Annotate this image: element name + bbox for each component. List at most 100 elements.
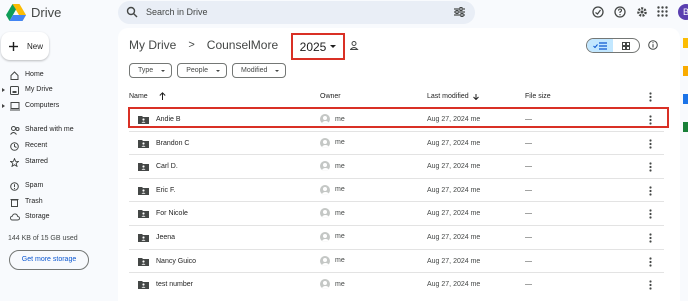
settings-gear-icon[interactable] (636, 6, 648, 18)
avatar (320, 255, 330, 266)
search-bar[interactable]: Search in Drive (118, 1, 475, 24)
apps-grid-icon[interactable] (657, 6, 668, 17)
column-owner[interactable]: Owner (320, 93, 341, 100)
filter-people[interactable]: People (177, 63, 227, 78)
help-icon[interactable] (614, 6, 626, 18)
owner-name: me (335, 257, 345, 265)
search-options-icon[interactable] (454, 7, 465, 17)
chevron-down-icon (275, 69, 280, 72)
tasks-addon-icon[interactable] (683, 94, 688, 104)
expand-caret-icon[interactable] (2, 88, 5, 92)
avatar (320, 137, 330, 148)
shared-folder-icon (138, 233, 149, 242)
sort-arrow-up-icon[interactable] (159, 92, 166, 100)
sidebar-item-label: Recent (25, 142, 48, 149)
file-size: — (525, 186, 532, 194)
file-name[interactable]: Jeena (156, 234, 175, 241)
my-drive-icon (10, 86, 19, 95)
spam-icon (10, 182, 19, 191)
table-row[interactable]: For Nicole me Aug 27, 2024 me — (129, 201, 664, 225)
last-modified: Aug 27, 2024 me (427, 233, 481, 241)
table-row[interactable]: Brandon C me Aug 27, 2024 me — (129, 130, 664, 155)
column-name[interactable]: Name (129, 93, 148, 100)
account-avatar[interactable]: B (678, 4, 688, 20)
chevron-down-icon (330, 45, 337, 48)
more-actions-icon[interactable] (649, 280, 652, 290)
column-last-modified[interactable]: Last modified (427, 93, 469, 100)
sidebar-item-label: Home (25, 71, 44, 78)
chevron-down-icon (215, 69, 220, 72)
breadcrumb-current-folder[interactable]: 2025 (291, 33, 345, 60)
drive-logo-icon (6, 4, 26, 21)
file-name[interactable]: For Nicole (156, 210, 188, 217)
file-name[interactable]: Brandon C (156, 140, 189, 147)
list-view-icon (593, 41, 607, 50)
avatar (320, 231, 330, 242)
column-file-size[interactable]: File size (525, 93, 551, 100)
file-name[interactable]: Carl D. (156, 163, 178, 170)
sidebar: New Home My Drive Computers Shared with … (0, 28, 118, 301)
more-actions-icon[interactable] (649, 138, 652, 149)
table-row[interactable]: Carl D. me Aug 27, 2024 me — (129, 154, 664, 178)
shared-folder-icon (138, 257, 149, 266)
new-button[interactable]: New (1, 32, 49, 60)
drive-logo[interactable]: Drive (6, 4, 61, 21)
file-name[interactable]: test number (156, 281, 193, 288)
owner-name: me (335, 233, 345, 241)
top-bar: Drive Search in Drive B (0, 0, 688, 28)
owner-name: me (335, 209, 345, 217)
last-modified: Aug 27, 2024 me (427, 139, 481, 147)
info-icon[interactable] (648, 40, 658, 50)
owner-cell: me (320, 161, 345, 172)
owner-name: me (335, 139, 345, 147)
file-name[interactable]: Eric F. (156, 187, 175, 194)
owner-cell: me (320, 208, 345, 219)
filter-label: Modified (240, 67, 268, 74)
filter-modified[interactable]: Modified (231, 63, 287, 78)
more-actions-icon[interactable] (649, 186, 652, 196)
last-modified: Aug 27, 2024 me (427, 186, 481, 194)
list-view-button[interactable] (587, 39, 613, 52)
more-vert-icon[interactable] (649, 92, 652, 102)
shared-folder-icon (138, 139, 149, 148)
search-input[interactable]: Search in Drive (146, 7, 208, 17)
home-icon (10, 71, 19, 80)
offline-status-icon[interactable] (592, 6, 604, 18)
file-size: — (525, 163, 532, 171)
file-name[interactable]: Nancy Guico (156, 258, 196, 265)
grid-view-icon (622, 41, 630, 50)
breadcrumb-counselmore[interactable]: CounselMore (207, 38, 278, 52)
more-actions-icon[interactable] (649, 209, 652, 219)
avatar (320, 161, 330, 172)
owner-cell: me (320, 255, 345, 266)
table-row[interactable]: Eric F. me Aug 27, 2024 me — (129, 177, 664, 202)
grid-view-button[interactable] (613, 39, 639, 52)
sort-arrow-down-icon[interactable] (473, 94, 479, 100)
breadcrumb-my-drive[interactable]: My Drive (129, 38, 176, 52)
table-row[interactable]: Jeena me Aug 27, 2024 me — (129, 224, 664, 249)
shared-folder-icon (138, 186, 149, 195)
owner-name: me (335, 280, 345, 288)
sidebar-item-label: Shared with me (25, 126, 74, 133)
last-modified: Aug 27, 2024 me (427, 163, 481, 171)
calendar-addon-icon[interactable] (683, 38, 688, 48)
get-more-storage-button[interactable]: Get more storage (9, 250, 89, 270)
more-actions-icon[interactable] (649, 256, 652, 267)
expand-caret-icon[interactable] (2, 104, 5, 108)
filter-chips: Type People Modified (129, 63, 287, 78)
keep-addon-icon[interactable] (683, 66, 688, 76)
contacts-addon-icon[interactable] (683, 122, 688, 132)
table-row[interactable]: test number me Aug 27, 2024 me — (129, 272, 664, 296)
filter-type[interactable]: Type (129, 63, 173, 78)
share-folder-icon[interactable] (350, 41, 360, 50)
sidebar-item-label: Computers (25, 102, 60, 109)
more-actions-icon[interactable] (649, 162, 652, 172)
table-row[interactable]: Nancy Guico me Aug 27, 2024 me — (129, 248, 664, 273)
breadcrumb-2025: 2025 (299, 39, 327, 54)
filter-label: Type (138, 67, 154, 74)
search-icon (126, 6, 138, 18)
sidebar-item-label: Starred (25, 158, 48, 165)
file-size: — (525, 233, 532, 241)
more-actions-icon[interactable] (649, 233, 652, 243)
breadcrumb-separator: > (188, 39, 195, 51)
